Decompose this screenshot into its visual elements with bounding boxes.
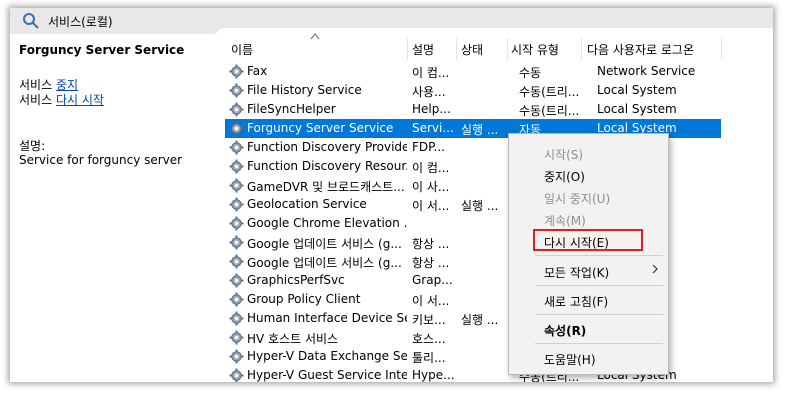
service-name-cell: File History Service — [247, 83, 362, 97]
menu-help[interactable]: 도움말(H) — [544, 351, 596, 368]
menu-divider — [535, 314, 663, 315]
service-status-cell: 실행 ... — [461, 313, 499, 327]
service-name-cell: Human Interface Device Se... — [247, 311, 407, 325]
service-name-cell: Function Discovery Provide... — [247, 140, 407, 154]
restart-service-line: 서비스 다시 시작 — [19, 93, 104, 107]
service-name-cell: Google 업데이트 서비스 (g... — [247, 237, 402, 251]
window-title: 서비스(로컬) — [48, 15, 113, 29]
service-description-cell: 키보... — [412, 313, 446, 327]
service-gear-icon — [229, 64, 244, 79]
service-description-cell: 호스... — [412, 332, 446, 346]
service-startup-cell: 수동(트리... — [519, 85, 580, 99]
service-gear-icon — [229, 83, 244, 98]
restart-service-link[interactable]: 다시 시작 — [56, 93, 104, 107]
service-name-cell: Google 업데이트 서비스 (g... — [247, 256, 402, 270]
service-startup-cell: 수동(트리... — [519, 104, 580, 118]
service-description-cell: Grap... — [412, 273, 453, 287]
stop-service-link[interactable]: 중지 — [56, 78, 78, 92]
service-gear-icon — [229, 121, 244, 136]
service-description-cell: 사용... — [412, 85, 446, 99]
description-label: 설명: — [19, 139, 46, 153]
service-name-cell: Hyper-V Guest Service Inte... — [247, 368, 407, 382]
service-name-cell: Geolocation Service — [247, 197, 367, 211]
restart-highlight-box — [533, 229, 643, 251]
service-description-cell: Hype... — [412, 368, 455, 382]
search-gear-icon — [23, 13, 39, 29]
column-name[interactable]: 이름 — [231, 41, 253, 58]
service-name-cell: FileSyncHelper — [247, 102, 336, 116]
service-description-cell: 항상 ... — [412, 256, 450, 270]
service-description-cell: FDP... — [412, 140, 445, 154]
service-gear-icon — [229, 178, 244, 193]
service-logon-cell: Local System — [597, 83, 677, 97]
service-gear-icon — [229, 102, 244, 117]
service-startup-cell: 수동 — [519, 66, 542, 80]
service-name-cell: Hyper-V Data Exchange Se... — [247, 349, 407, 363]
menu-properties[interactable]: 속성(R) — [544, 322, 586, 339]
service-logon-cell: Local System — [597, 102, 677, 116]
menu-refresh[interactable]: 새로 고침(F) — [544, 293, 608, 310]
service-description-cell: 이 사... — [412, 180, 450, 194]
column-status[interactable]: 상태 — [461, 41, 483, 58]
menu-divider — [535, 285, 663, 286]
column-startup-type[interactable]: 시작 유형 — [511, 41, 559, 58]
service-description-cell: Help... — [412, 102, 451, 116]
menu-start[interactable]: 시작(S) — [544, 146, 583, 163]
service-gear-icon — [229, 368, 244, 382]
service-status-cell: 실행 ... — [461, 123, 499, 137]
service-gear-icon — [229, 235, 244, 250]
column-description[interactable]: 설명 — [412, 41, 434, 58]
service-name-cell: Forguncy Server Service — [247, 121, 394, 135]
service-description-cell: 이 서... — [412, 199, 450, 213]
service-description-cell: 이 컴... — [412, 66, 450, 80]
services-window: 서비스(로컬) Forguncy Server Service 서비스 중지 서… — [10, 8, 773, 382]
service-name-cell: Fax — [247, 64, 268, 78]
service-row[interactable]: FileSyncHelper Help... 수동(트리... Local Syste… — [225, 100, 721, 119]
service-status-cell: 실행 ... — [461, 199, 499, 213]
service-name-cell: Google Chrome Elevation ... — [247, 216, 407, 230]
service-row[interactable]: Fax 이 컴... 수동 Network Service — [225, 62, 721, 81]
service-description: Service for forguncy server — [19, 153, 183, 167]
menu-divider — [535, 255, 663, 256]
service-name-cell: Function Discovery Resour... — [247, 159, 407, 173]
menu-stop[interactable]: 중지(O) — [544, 168, 585, 185]
service-gear-icon — [229, 330, 244, 345]
context-menu: 시작(S) 중지(O) 일시 중지(U) 계속(M) 다시 시작(E) 모든 작… — [508, 133, 669, 375]
description-pane: Forguncy Server Service 서비스 중지 서비스 다시 시작… — [10, 34, 215, 382]
service-gear-icon — [229, 159, 244, 174]
menu-all-tasks[interactable]: 모든 작업(K) — [544, 264, 609, 281]
service-description-cell: 이 컴... — [412, 161, 450, 175]
selected-service-name: Forguncy Server Service — [19, 43, 185, 57]
service-name-cell: Group Policy Client — [247, 292, 361, 306]
service-name-cell: GameDVR 및 브로드캐스트... — [247, 180, 405, 194]
service-gear-icon — [229, 292, 244, 307]
service-description-cell: 항상 ... — [412, 237, 450, 251]
menu-divider — [535, 343, 663, 344]
service-gear-icon — [229, 140, 244, 155]
service-gear-icon — [229, 197, 244, 212]
service-gear-icon — [229, 254, 244, 269]
service-gear-icon — [229, 311, 244, 326]
service-name-cell: HV 호스트 서비스 — [247, 332, 339, 346]
column-header: 이름 설명 상태 시작 유형 다음 사용자로 로그온 — [225, 38, 773, 60]
service-description-cell: Servi... — [412, 121, 454, 135]
service-logon-cell: Network Service — [597, 64, 696, 78]
service-gear-icon — [229, 349, 244, 364]
service-gear-icon — [229, 273, 244, 288]
submenu-arrow-icon — [652, 264, 658, 274]
service-description-cell: 툴리... — [412, 351, 446, 365]
service-description-cell: 이 서... — [412, 294, 450, 308]
service-row[interactable]: File History Service 사용... 수동(트리... Local S… — [225, 81, 721, 100]
service-name-cell: GraphicsPerfSvc — [247, 273, 345, 287]
menu-pause[interactable]: 일시 중지(U) — [544, 190, 610, 207]
menu-resume[interactable]: 계속(M) — [544, 212, 586, 229]
service-gear-icon — [229, 216, 244, 231]
column-logon-as[interactable]: 다음 사용자로 로그온 — [587, 41, 694, 58]
